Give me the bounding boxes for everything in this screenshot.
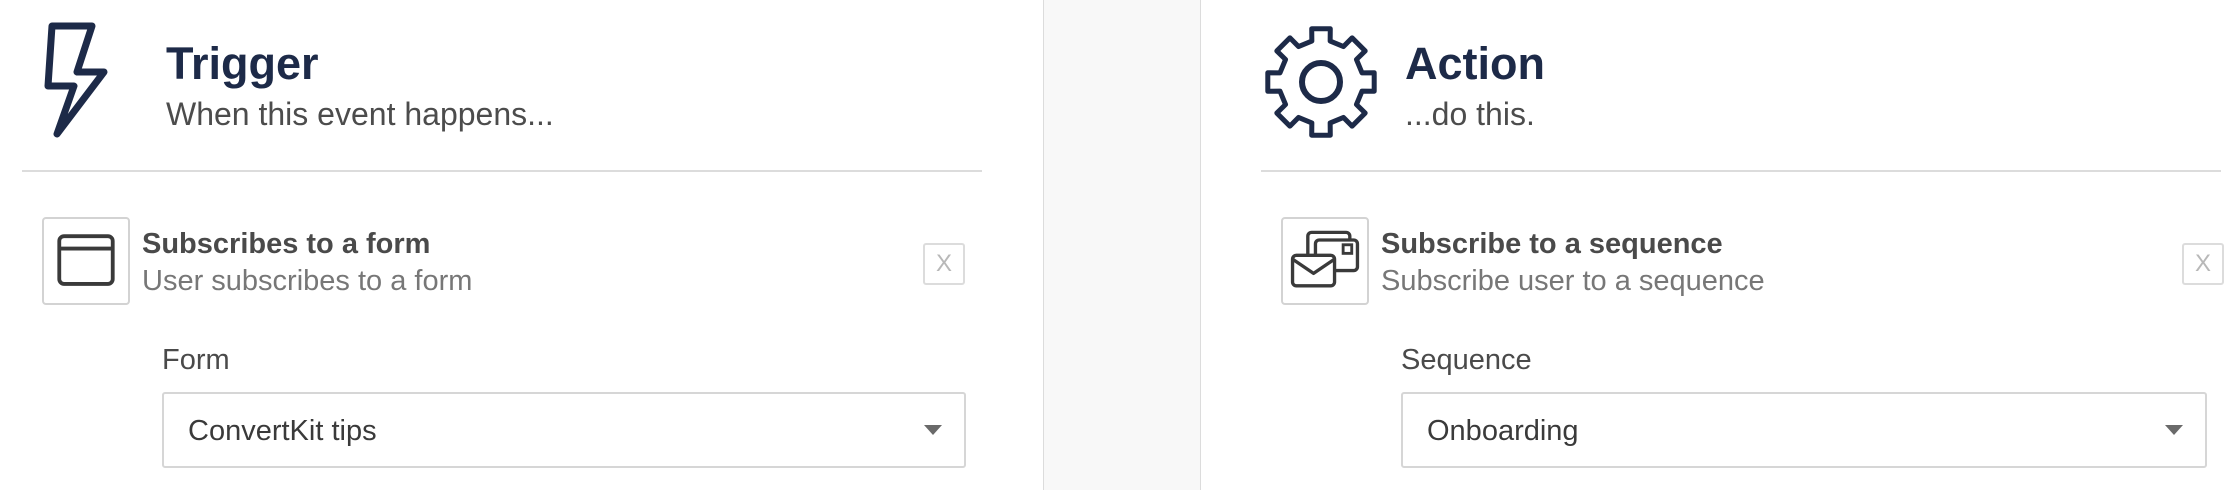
lightning-bolt-icon	[22, 22, 142, 142]
action-divider	[1261, 170, 2221, 172]
sequence-select[interactable]: Onboarding	[1401, 392, 2207, 468]
trigger-subtitle: When this event happens...	[166, 96, 554, 132]
form-field-label: Form	[162, 344, 230, 376]
action-title: Action	[1405, 38, 1545, 89]
trigger-step-description: User subscribes to a form	[142, 265, 473, 297]
stacked-envelopes-icon	[1281, 217, 1369, 305]
remove-trigger-button[interactable]: X	[923, 243, 965, 285]
action-subtitle: ...do this.	[1405, 96, 1535, 132]
panel-gutter	[1043, 0, 1201, 490]
trigger-divider	[22, 170, 982, 172]
chevron-down-icon	[924, 425, 942, 435]
sequence-field-label: Sequence	[1401, 344, 1532, 376]
trigger-step-title: Subscribes to a form	[142, 228, 431, 260]
trigger-panel: Trigger When this event happens... Subsc…	[0, 0, 1043, 490]
action-step-title: Subscribe to a sequence	[1381, 228, 1723, 260]
trigger-title: Trigger	[166, 38, 319, 89]
form-select[interactable]: ConvertKit tips	[162, 392, 966, 468]
remove-action-button[interactable]: X	[2182, 243, 2224, 285]
sequence-select-value: Onboarding	[1427, 415, 1579, 447]
action-step-description: Subscribe user to a sequence	[1381, 265, 1765, 297]
gear-icon	[1261, 22, 1381, 142]
form-select-value: ConvertKit tips	[188, 415, 377, 447]
browser-window-icon	[42, 217, 130, 305]
chevron-down-icon	[2165, 425, 2183, 435]
action-panel: Action ...do this. Subscribe to a sequen…	[1201, 0, 2238, 490]
